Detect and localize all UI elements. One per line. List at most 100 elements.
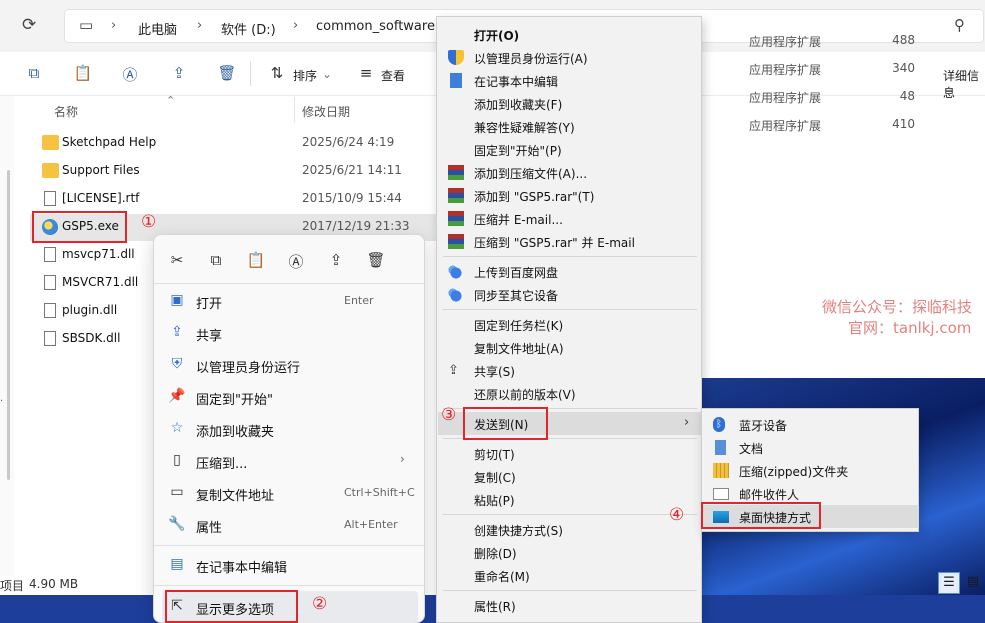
view-toggle[interactable]: ☰ ▤: [938, 572, 983, 594]
file-name: Sketchpad Help: [62, 135, 157, 149]
menu-item-share[interactable]: ⇪ 共享: [162, 317, 418, 349]
menu-item-label: 在记事本中编辑: [474, 75, 559, 89]
tiles-view-icon[interactable]: ▤: [963, 572, 983, 594]
menu-item-pin-to-start[interactable]: 📌 固定到"开始": [162, 381, 418, 413]
file-row-msvcr71[interactable]: MSVCR71.dll: [30, 270, 150, 297]
sendto-documents[interactable]: 文档: [703, 436, 919, 459]
cut-icon[interactable]: ✂: [167, 251, 187, 271]
menu-item-label: 删除(D): [474, 547, 517, 561]
menu-item-copy[interactable]: 复制(C): [438, 465, 702, 488]
menu-item-label: 同步至其它设备: [474, 289, 559, 303]
menu-item-label: 邮件收件人: [739, 488, 800, 502]
menu-item-delete[interactable]: 删除(D): [438, 541, 702, 564]
document-icon: [715, 440, 726, 455]
sendto-bluetooth[interactable]: ᛒ 蓝牙设备: [703, 413, 919, 436]
menu-item-sync-devices[interactable]: 同步至其它设备: [438, 283, 702, 306]
file-row-msvcp71[interactable]: msvcp71.dll: [30, 242, 150, 269]
menu-item-run-as-admin[interactable]: ⛨ 以管理员身份运行: [162, 349, 418, 381]
details-button[interactable]: 详细信息: [943, 67, 985, 101]
menu-item-add-favorite[interactable]: ☆ 添加到收藏夹: [162, 413, 418, 445]
scrollbar-thumb[interactable]: [7, 170, 10, 480]
menu-item-compress-email[interactable]: 压缩并 E-mail...: [438, 207, 702, 230]
menu-item-label: 压缩到 "GSP5.rar" 并 E-mail: [474, 236, 635, 250]
refresh-icon[interactable]: ⟳: [22, 15, 36, 35]
file-date: 2025/6/24 4:19: [302, 135, 395, 149]
menu-item-add-favorite[interactable]: 添加到收藏夹(F): [438, 92, 702, 115]
menu-item-rename[interactable]: 重命名(M): [438, 564, 702, 587]
menu-item-label: 上传到百度网盘: [474, 266, 559, 280]
menu-item-label: 属性: [196, 521, 223, 536]
shortcut-text: Enter: [344, 294, 374, 307]
annotation-4: ④: [669, 505, 685, 525]
menu-divider: [443, 256, 697, 257]
column-name[interactable]: 名称: [54, 103, 78, 120]
menu-item-add-archive[interactable]: 添加到压缩文件(A)...: [438, 161, 702, 184]
rename-icon[interactable]: Ⓐ: [286, 251, 306, 271]
menu-item-label: 固定到任务栏(K): [474, 319, 564, 333]
menu-item-open[interactable]: ▣ 打开 Enter: [162, 285, 418, 317]
menu-item-share[interactable]: ⇪ 共享(S): [438, 359, 702, 382]
share-icon[interactable]: ⇪: [326, 251, 346, 271]
breadcrumb-common-software[interactable]: common_software: [316, 19, 435, 34]
menu-item-cut[interactable]: 剪切(T): [438, 442, 702, 465]
menu-item-pin-taskbar[interactable]: 固定到任务栏(K): [438, 313, 702, 336]
menu-item-edit-notepad[interactable]: ▤ 在记事本中编辑: [162, 549, 418, 581]
menu-item-upload-baidu[interactable]: 上传到百度网盘: [438, 260, 702, 283]
menu-item-edit-notepad[interactable]: 在记事本中编辑: [438, 69, 702, 92]
file-type-row: 应用程序扩展 340: [705, 54, 920, 82]
menu-item-compress-gsp5-email[interactable]: 压缩到 "GSP5.rar" 并 E-mail: [438, 230, 702, 253]
share-icon[interactable]: ⇪: [168, 64, 190, 84]
menu-divider: [154, 585, 426, 586]
menu-item-pin-start[interactable]: 固定到"开始"(P): [438, 138, 702, 161]
menu-item-label: 还原以前的版本(V): [474, 388, 576, 402]
highlight-box-send-to: [463, 407, 548, 440]
menu-item-add-gsp5-rar[interactable]: 添加到 "GSP5.rar"(T): [438, 184, 702, 207]
menu-item-properties[interactable]: 属性(R): [438, 594, 702, 617]
search-icon[interactable]: ⚲: [954, 16, 965, 34]
shortcut-text: Ctrl+Shift+C: [344, 486, 415, 499]
menu-item-copy-path[interactable]: 复制文件地址(A): [438, 336, 702, 359]
file-name: SBSDK.dll: [62, 331, 121, 345]
delete-icon[interactable]: 🗑: [366, 251, 386, 271]
file-size: 340: [892, 61, 915, 75]
menu-item-troubleshoot[interactable]: 兼容性疑难解答(Y): [438, 115, 702, 138]
menu-item-copy-path[interactable]: ▭ 复制文件地址 Ctrl+Shift+C: [162, 477, 418, 509]
menu-item-create-shortcut[interactable]: 创建快捷方式(S): [438, 518, 702, 541]
chevron-right-icon: ›: [684, 415, 690, 430]
menu-item-run-as-admin[interactable]: 以管理员身份运行(A): [438, 46, 702, 69]
file-date: 2025/6/21 14:11: [302, 163, 402, 177]
menu-item-label: 压缩(zipped)文件夹: [739, 465, 849, 479]
file-row-sketchpad-help[interactable]: Sketchpad Help 2025/6/24 4:19: [30, 130, 440, 157]
menu-item-properties[interactable]: 🔧 属性 Alt+Enter: [162, 509, 418, 541]
copy-icon[interactable]: ⧉: [23, 64, 45, 84]
paste-icon[interactable]: 📋: [246, 251, 266, 271]
menu-item-open[interactable]: 打开(O): [438, 23, 702, 46]
file-date: 2017/12/19 21:33: [302, 219, 410, 233]
menu-item-label: 剪切(T): [474, 448, 515, 462]
file-type: 应用程序扩展: [749, 91, 822, 105]
file-row-plugin[interactable]: plugin.dll: [30, 298, 150, 325]
star-icon: ☆: [170, 420, 184, 436]
file-row-support-files[interactable]: Support Files 2025/6/21 14:11: [30, 158, 440, 185]
copy-icon[interactable]: ⧉: [206, 251, 226, 271]
sort-button[interactable]: 排序: [293, 67, 317, 84]
file-size: 48: [899, 89, 915, 103]
annotation-2: ②: [312, 594, 328, 614]
breadcrumb-drive-d[interactable]: 软件 (D:): [221, 19, 276, 38]
paste-icon[interactable]: 📋: [72, 64, 94, 84]
sendto-zip-folder[interactable]: 压缩(zipped)文件夹: [703, 459, 919, 482]
rename-icon[interactable]: Ⓐ: [119, 64, 141, 84]
status-size: 4.90 MB: [29, 577, 79, 591]
pin-icon: 📌: [168, 388, 186, 404]
file-row-sbsdk[interactable]: SBSDK.dll: [30, 326, 150, 353]
file-row-license[interactable]: [LICENSE].rtf 2015/10/9 15:44: [30, 186, 440, 213]
delete-icon[interactable]: 🗑: [216, 64, 238, 84]
details-view-icon[interactable]: ☰: [938, 572, 960, 594]
menu-item-label: 创建快捷方式(S): [474, 524, 563, 538]
view-button[interactable]: 查看: [381, 67, 405, 84]
menu-item-compress-to[interactable]: ▯ 压缩到... ›: [162, 445, 418, 477]
breadcrumb-this-pc[interactable]: 此电脑: [138, 19, 177, 38]
menu-item-restore-versions[interactable]: 还原以前的版本(V): [438, 382, 702, 405]
column-date[interactable]: 修改日期: [302, 103, 350, 120]
menu-item-paste[interactable]: 粘贴(P): [438, 488, 702, 511]
